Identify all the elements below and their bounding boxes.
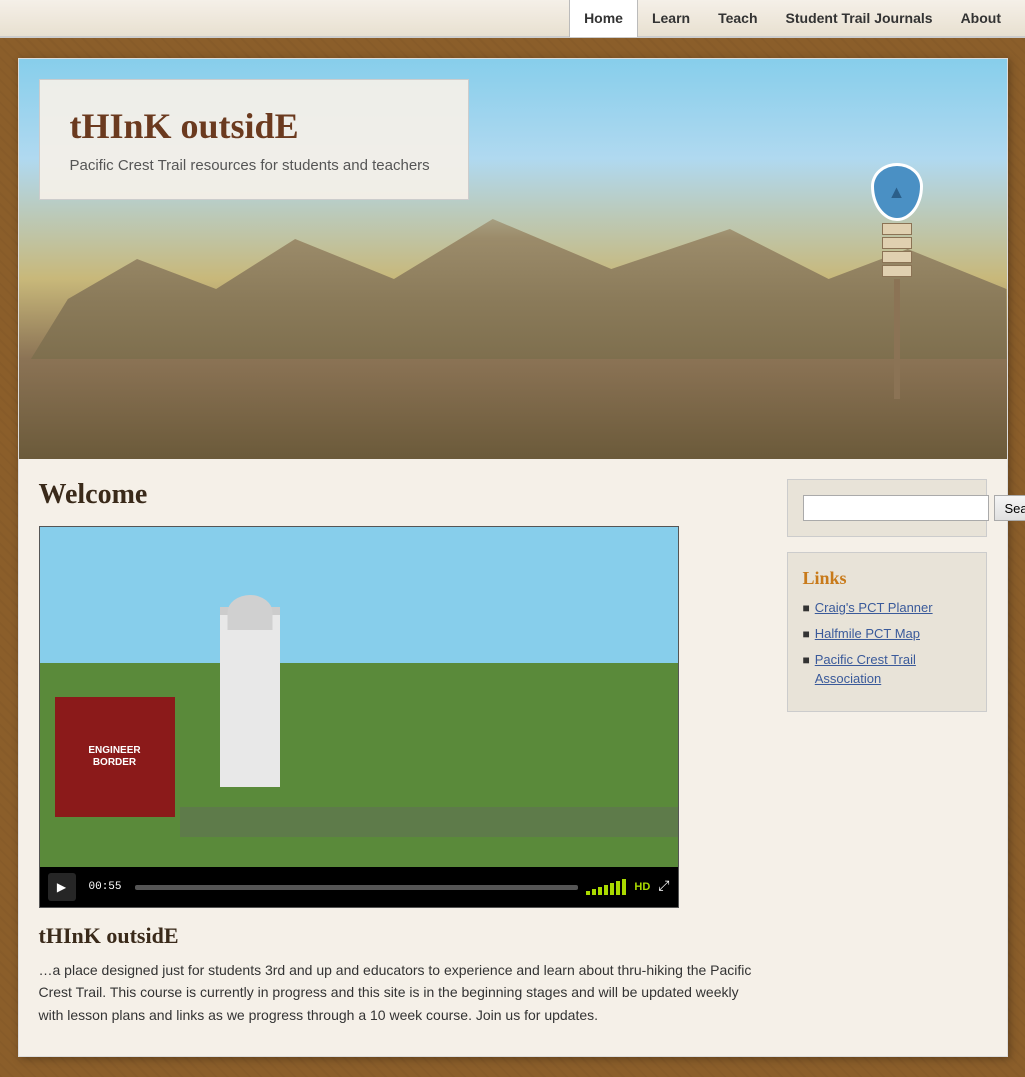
vol-bar-6 bbox=[616, 881, 620, 895]
links-widget: Links ■ Craig's PCT Planner ■ Halfmile P… bbox=[787, 552, 987, 712]
nav-journals[interactable]: Student Trail Journals bbox=[772, 0, 947, 37]
video-thumbnail: ENGINEERBORDER bbox=[40, 527, 678, 867]
trail-marker-1 bbox=[882, 223, 912, 235]
nav-about[interactable]: About bbox=[947, 0, 1015, 37]
search-button[interactable]: Search bbox=[994, 495, 1025, 521]
nav-learn[interactable]: Learn bbox=[638, 0, 704, 37]
list-item: ■ Halfmile PCT Map bbox=[803, 625, 971, 643]
list-bullet-2: ■ bbox=[803, 627, 810, 642]
link-pcta[interactable]: Pacific Crest Trail Association bbox=[815, 651, 971, 687]
vol-bar-2 bbox=[592, 889, 596, 895]
link-craigs-planner[interactable]: Craig's PCT Planner bbox=[815, 599, 933, 617]
content-area: Welcome ENGINEERBORDER 00:55 bbox=[19, 459, 1007, 1026]
progress-bar[interactable] bbox=[135, 885, 579, 890]
border-monument bbox=[220, 607, 280, 787]
site-subtitle: Pacific Crest Trail resources for studen… bbox=[70, 157, 438, 174]
think-outside-text: …a place designed just for students 3rd … bbox=[39, 959, 767, 1026]
vol-bar-5 bbox=[610, 883, 614, 895]
vol-bar-1 bbox=[586, 891, 590, 895]
list-bullet-3: ■ bbox=[803, 653, 810, 668]
vol-bar-3 bbox=[598, 887, 602, 895]
fullscreen-icon[interactable]: ⤢ bbox=[658, 879, 669, 895]
search-form: Search bbox=[803, 495, 971, 521]
trail-marker-3 bbox=[882, 251, 912, 263]
pct-trail-sign bbox=[867, 163, 927, 399]
engineer-sign: ENGINEERBORDER bbox=[55, 697, 175, 817]
engineer-text: ENGINEERBORDER bbox=[88, 745, 140, 769]
trail-marker-4 bbox=[882, 265, 912, 277]
vol-bar-7 bbox=[622, 879, 626, 895]
video-time: 00:55 bbox=[84, 879, 127, 895]
video-player: ENGINEERBORDER 00:55 bbox=[39, 526, 679, 908]
trail-marker-2 bbox=[882, 237, 912, 249]
nav-home[interactable]: Home bbox=[569, 0, 638, 37]
border-fence bbox=[180, 807, 678, 837]
links-list: ■ Craig's PCT Planner ■ Halfmile PCT Map… bbox=[803, 599, 971, 688]
main-content: Welcome ENGINEERBORDER 00:55 bbox=[39, 479, 767, 1026]
logo-box: tHInK outsidE Pacific Crest Trail resour… bbox=[39, 79, 469, 200]
links-title: Links bbox=[803, 568, 971, 589]
list-item: ■ Pacific Crest Trail Association bbox=[803, 651, 971, 687]
search-widget: Search bbox=[787, 479, 987, 537]
nav-bar: Home Learn Teach Student Trail Journals … bbox=[0, 0, 1025, 38]
header-area: tHInK outsidE Pacific Crest Trail resour… bbox=[19, 59, 1007, 459]
welcome-heading: Welcome bbox=[39, 479, 767, 511]
hd-badge: HD bbox=[634, 881, 650, 893]
volume-indicator bbox=[586, 879, 626, 895]
list-bullet-1: ■ bbox=[803, 601, 810, 616]
list-item: ■ Craig's PCT Planner bbox=[803, 599, 971, 617]
site-title: tHInK outsidE bbox=[70, 105, 438, 147]
sidebar: Search Links ■ Craig's PCT Planner ■ Hal… bbox=[787, 479, 987, 1026]
main-container: tHInK outsidE Pacific Crest Trail resour… bbox=[18, 58, 1008, 1057]
think-outside-title: tHInK outsidE bbox=[39, 923, 767, 949]
sign-post bbox=[894, 279, 900, 399]
link-halfmile-map[interactable]: Halfmile PCT Map bbox=[815, 625, 920, 643]
nav-teach[interactable]: Teach bbox=[704, 0, 771, 37]
pct-shield bbox=[871, 163, 923, 221]
video-controls: 00:55 HD ⤢ bbox=[40, 867, 678, 907]
search-input[interactable] bbox=[803, 495, 989, 521]
play-button[interactable] bbox=[48, 873, 76, 901]
vol-bar-4 bbox=[604, 885, 608, 895]
